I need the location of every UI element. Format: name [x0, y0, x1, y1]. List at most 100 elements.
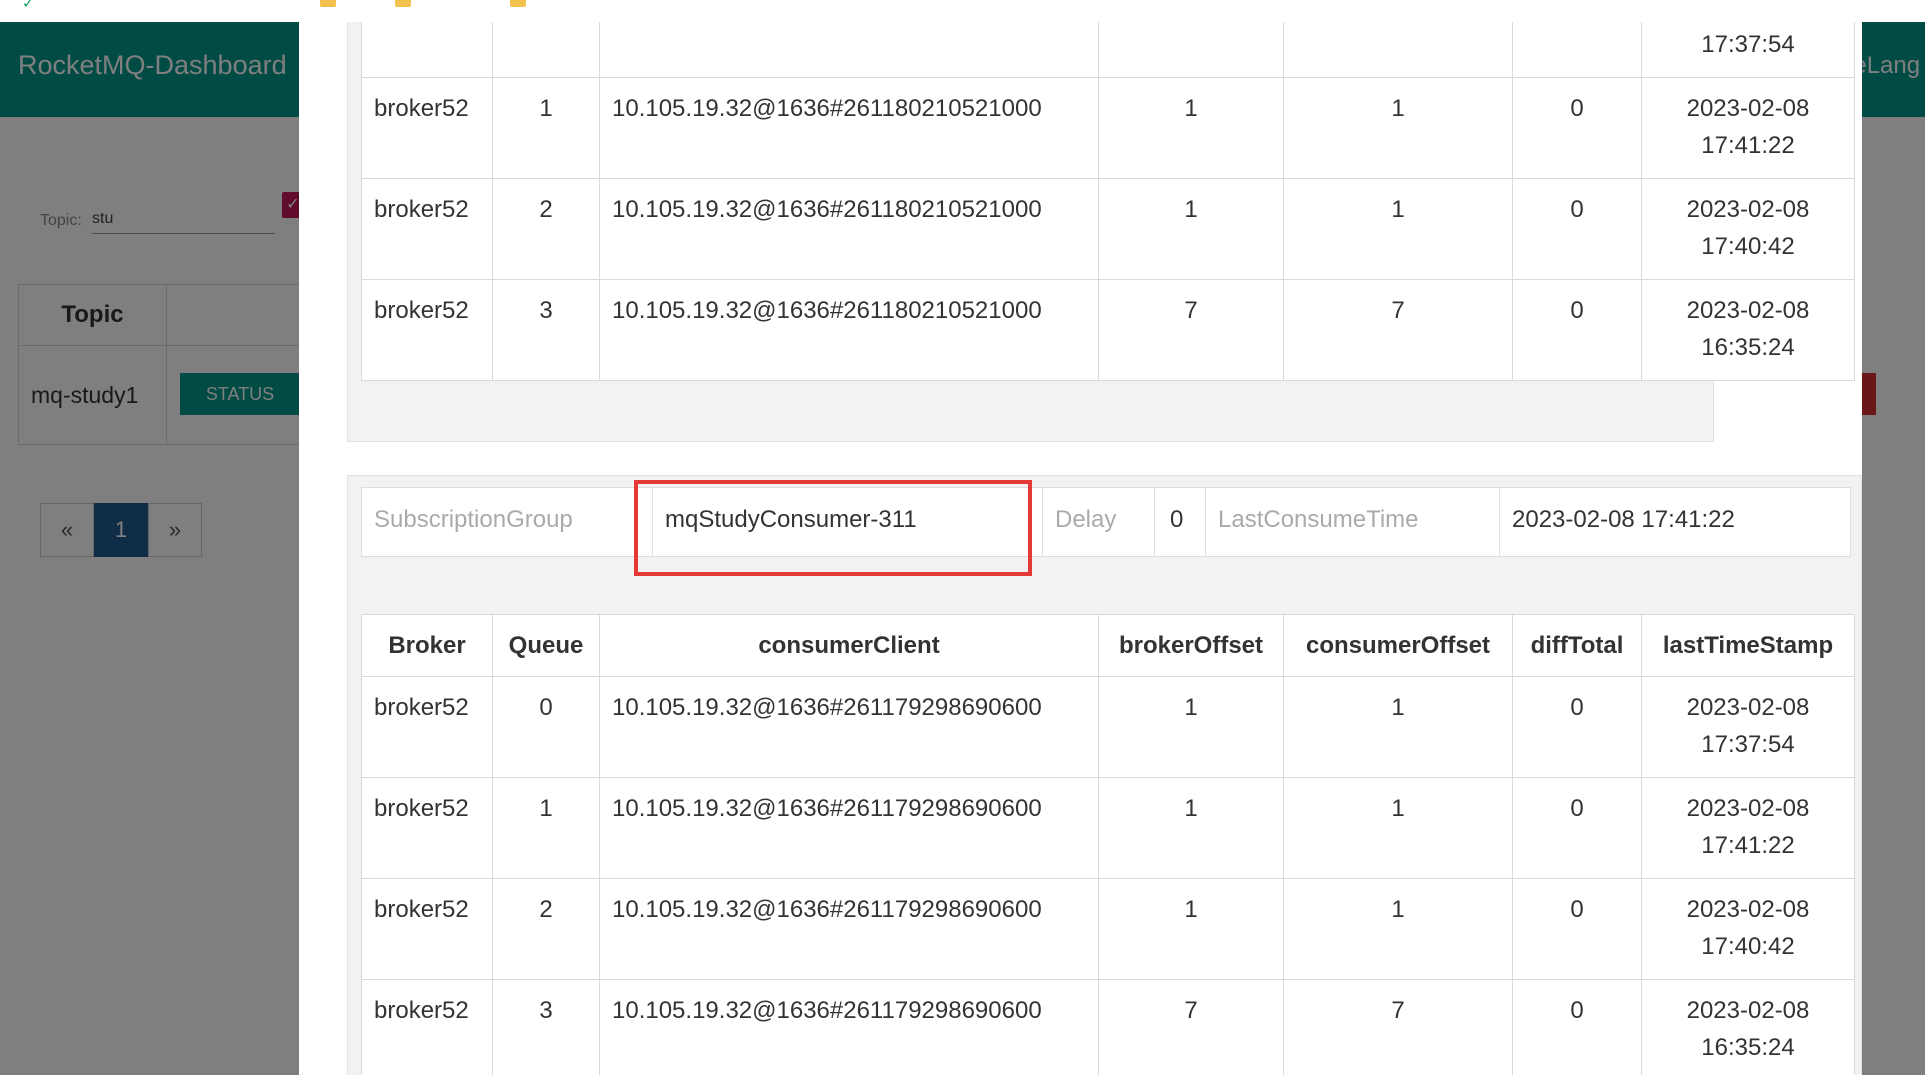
header-broker: Broker	[361, 614, 493, 677]
consumer-offset-cell: 7	[1283, 979, 1513, 1075]
consumer-client-cell: 10.105.19.32@1636#261179298690600	[599, 979, 1099, 1075]
consumer-offset-cell: 7	[1283, 279, 1513, 381]
timestamp-date: 2023-02-08	[1686, 196, 1810, 223]
upper-queue-table: broker52010.105.19.32@1636#2611802105210…	[361, 22, 1855, 381]
link-icon	[215, 0, 231, 7]
bookmark-folder[interactable]	[395, 0, 417, 8]
diff-total-cell: 0	[1512, 676, 1642, 778]
broker-offset-cell: 7	[1098, 979, 1284, 1075]
broker-offset-cell: 1	[1098, 178, 1284, 280]
broker-offset-cell: 1	[1098, 878, 1284, 980]
timestamp-time: 17:41:22	[1701, 132, 1795, 159]
queue-cell: 3	[492, 979, 600, 1075]
table-row: broker52 1 10.105.19.32@1636#2611802105210…	[361, 77, 1855, 179]
header-broker-offset: brokerOffset	[1098, 614, 1284, 677]
timestamp-time: 17:41:22	[1701, 832, 1795, 859]
consumer-client-cell: 10.105.19.32@1636#261179298690600	[599, 676, 1099, 778]
table-header-row: Broker Queue consumerClient brokerOffset…	[361, 614, 1855, 677]
last-timestamp-cell: 2023-02-08 17:40:42	[1641, 178, 1855, 280]
last-timestamp-cell: 2023-02-0817:37:54	[1641, 22, 1855, 78]
last-timestamp-cell: 2023-02-08 17:37:54	[1641, 676, 1855, 778]
bookmark-item[interactable]: ✓	[22, 0, 44, 12]
timestamp-time: 16:35:24	[1701, 334, 1795, 361]
queue-cell: 0	[492, 676, 600, 778]
consumer-offset-cell: 1	[1283, 878, 1513, 980]
consumer-client-cell: 10.105.19.32@1636#261180210521000	[599, 22, 1099, 78]
broker-offset-cell: 7	[1098, 279, 1284, 381]
broker-cell: broker52	[361, 979, 493, 1075]
header-queue: Queue	[492, 614, 600, 677]
timestamp-time: 17:37:54	[1701, 31, 1795, 58]
last-consume-time-label: LastConsumeTime	[1218, 506, 1419, 533]
broker-offset-cell: 1	[1098, 676, 1284, 778]
table-row: broker52010.105.19.32@1636#2611802105210…	[361, 22, 1855, 78]
queue-cell: 2	[492, 878, 600, 980]
diff-total-cell: 0	[1512, 279, 1642, 381]
last-timestamp-cell: 2023-02-08 17:41:22	[1641, 777, 1855, 879]
queue-cell: 2	[492, 178, 600, 280]
header-consumer-client: consumerClient	[599, 614, 1099, 677]
consumer-offset-cell: 1	[1283, 77, 1513, 179]
diff-total-cell: 0	[1512, 979, 1642, 1075]
header-last-timestamp: lastTimeStamp	[1641, 614, 1855, 677]
delay-value: 0	[1170, 506, 1184, 533]
queue-cell: 1	[492, 77, 600, 179]
last-timestamp-cell: 2023-02-08 16:35:24	[1641, 279, 1855, 381]
diff-total-cell: 0	[1512, 178, 1642, 280]
lower-queue-table: Broker Queue consumerClient brokerOffset…	[361, 614, 1855, 1075]
leaf-icon: ✓	[22, 0, 35, 12]
broker-cell: broker52	[361, 777, 493, 879]
last-timestamp-cell: 2023-02-08 17:41:22	[1641, 77, 1855, 179]
table-row: broker52 3 10.105.19.32@1636#2611802105210…	[361, 279, 1855, 381]
broker-offset-cell: 1	[1098, 777, 1284, 879]
delay-label: Delay	[1055, 506, 1117, 533]
consumer-client-cell: 10.105.19.32@1636#261180210521000	[599, 77, 1099, 179]
broker-cell: broker52	[361, 279, 493, 381]
consumer-offset-cell: 1	[1283, 777, 1513, 879]
broker-offset-cell: 1	[1098, 22, 1284, 78]
bookmarks-bar: ✓	[0, 0, 1925, 23]
last-timestamp-cell: 2023-02-08 16:35:24	[1641, 979, 1855, 1075]
highlight-annotation-box	[634, 480, 1032, 576]
bookmark-folder[interactable]	[510, 0, 532, 8]
timestamp-date: 2023-02-08	[1686, 997, 1810, 1024]
table-row: broker52 0 10.105.19.32@1636#2611792986906…	[361, 676, 1855, 778]
queue-cell: 0	[492, 22, 600, 78]
bookmark-folder[interactable]	[320, 0, 342, 8]
timestamp-time: 17:37:54	[1701, 731, 1795, 758]
diff-total-cell: 0	[1512, 777, 1642, 879]
broker-cell: broker52	[361, 676, 493, 778]
folder-icon	[320, 0, 336, 7]
table-row: broker52 2 10.105.19.32@1636#2611792986906…	[361, 878, 1855, 980]
broker-cell: broker52	[361, 878, 493, 980]
table-row: broker52 3 10.105.19.32@1636#2611792986906…	[361, 979, 1855, 1075]
consumer-client-cell: 10.105.19.32@1636#261179298690600	[599, 777, 1099, 879]
table-row: broker52 1 10.105.19.32@1636#2611792986906…	[361, 777, 1855, 879]
timestamp-date: 2023-02-08	[1686, 694, 1810, 721]
timestamp-date: 2023-02-08	[1686, 95, 1810, 122]
header-consumer-offset: consumerOffset	[1283, 614, 1513, 677]
queue-cell: 1	[492, 777, 600, 879]
timestamp-time: 17:40:42	[1701, 933, 1795, 960]
broker-offset-cell: 1	[1098, 77, 1284, 179]
consumer-client-cell: 10.105.19.32@1636#261179298690600	[599, 878, 1099, 980]
folder-icon	[510, 0, 526, 7]
consumer-offset-cell: 1	[1283, 22, 1513, 78]
broker-cell: broker52	[361, 77, 493, 179]
consumer-status-dialog: broker52010.105.19.32@1636#2611802105210…	[299, 22, 1862, 1075]
timestamp-date: 2023-02-08	[1686, 896, 1810, 923]
last-consume-time-value: 2023-02-08 17:41:22	[1512, 506, 1735, 533]
bookmark-item[interactable]	[215, 0, 237, 8]
queue-cell: 3	[492, 279, 600, 381]
consumer-offset-cell: 1	[1283, 676, 1513, 778]
broker-cell: broker52	[361, 22, 493, 78]
diff-total-cell: 0	[1512, 878, 1642, 980]
subscription-group-label: SubscriptionGroup	[374, 506, 573, 533]
timestamp-date: 2023-02-08	[1686, 795, 1810, 822]
folder-icon	[395, 0, 411, 7]
header-diff-total: diffTotal	[1512, 614, 1642, 677]
consumer-client-cell: 10.105.19.32@1636#261180210521000	[599, 178, 1099, 280]
last-timestamp-cell: 2023-02-08 17:40:42	[1641, 878, 1855, 980]
timestamp-time: 17:40:42	[1701, 233, 1795, 260]
timestamp-time: 16:35:24	[1701, 1034, 1795, 1061]
